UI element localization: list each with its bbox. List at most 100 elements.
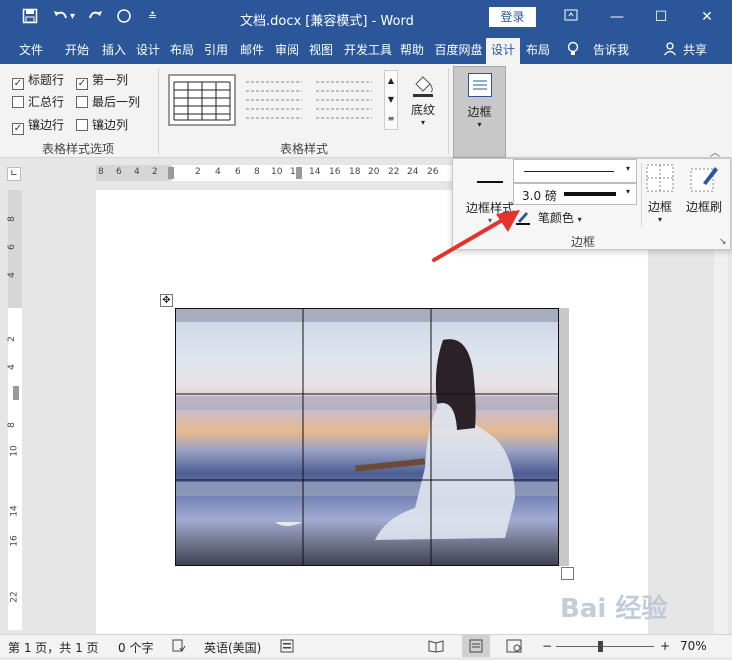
dialog-launcher-icon[interactable]: ↘ <box>719 237 727 247</box>
first-column-checkbox[interactable]: ✓ 第一列 <box>76 72 128 90</box>
tab-developer[interactable]: 开发工具 <box>341 36 395 64</box>
shading-button[interactable]: 底纹 ▾ <box>406 72 440 130</box>
border-painter-label: 边框刷 <box>685 200 722 214</box>
ribbon-display-icon[interactable] <box>556 6 586 28</box>
customize-icon[interactable]: ≛ <box>148 8 157 26</box>
tab-view[interactable]: 视图 <box>306 36 336 64</box>
ruler-number: 16 <box>9 535 20 547</box>
login-button[interactable]: 登录 <box>489 7 536 27</box>
table-style-preview-2[interactable] <box>244 76 304 124</box>
tab-help[interactable]: 帮助 <box>396 36 428 64</box>
table-resize-handle[interactable] <box>561 567 574 580</box>
save-icon[interactable] <box>22 8 38 28</box>
borders-button[interactable]: 边框 ▾ <box>453 66 506 158</box>
tab-stop-selector[interactable]: ∟ <box>7 167 21 181</box>
ruler-number: 6 <box>235 167 241 177</box>
borders-menu-label: 边框 <box>647 200 672 214</box>
border-painter-icon <box>690 167 718 192</box>
ruler-number: 4 <box>6 272 17 278</box>
line-weight-dropdown[interactable]: 3.0 磅 ▾ <box>513 183 637 205</box>
ruler-number: 4 <box>134 167 140 177</box>
watermark-logo: Bai 经验 <box>560 594 668 624</box>
minimize-icon[interactable]: — <box>602 6 632 28</box>
group-divider <box>448 68 449 154</box>
ruler-number: 26 <box>427 167 439 177</box>
circle-icon[interactable] <box>116 8 132 28</box>
line-style-dropdown[interactable]: ▾ <box>513 159 637 183</box>
tab-references[interactable]: 引用 <box>201 36 231 64</box>
proofing-icon[interactable] <box>172 639 186 656</box>
tab-table-layout[interactable]: 布局 <box>522 36 554 64</box>
borders-menu-button[interactable]: 边框 ▾ <box>643 163 677 233</box>
line-weight-value: 3.0 磅 <box>522 189 557 203</box>
scroll-down-icon[interactable]: ▼ <box>385 90 397 109</box>
ruler-row-marker[interactable] <box>13 386 19 400</box>
tab-mailings[interactable]: 邮件 <box>237 36 267 64</box>
banded-rows-checkbox[interactable]: ✓ 镶边行 <box>12 117 64 135</box>
ruler-number: 24 <box>407 167 419 177</box>
ruler-column-marker[interactable] <box>168 167 174 179</box>
share-button[interactable]: 共享 <box>680 36 710 64</box>
table-style-preview-1[interactable] <box>168 74 236 126</box>
redo-icon[interactable] <box>86 8 104 28</box>
ruler-number: 14 <box>309 167 321 177</box>
line-weight-preview <box>564 192 616 196</box>
last-column-checkbox[interactable]: 最后一列 <box>76 94 140 110</box>
web-layout-icon[interactable] <box>506 639 522 656</box>
table-move-handle-icon[interactable]: ✥ <box>160 294 173 307</box>
paint-bucket-icon <box>413 76 433 97</box>
tab-layout[interactable]: 布局 <box>167 36 197 64</box>
zoom-slider-track[interactable] <box>556 646 654 647</box>
title-bar: ▾ ≛ 文档.docx [兼容模式] - Word 登录 — ☐ ✕ <box>0 0 732 36</box>
vertical-scrollbar[interactable] <box>714 190 728 634</box>
border-style-line-icon <box>477 181 503 183</box>
page-count[interactable]: 第 1 页，共 1 页 <box>8 639 99 656</box>
checkbox-unchecked-icon <box>12 96 24 108</box>
gallery-more-icon[interactable]: ≡ <box>385 109 397 128</box>
collapse-ribbon-icon[interactable]: ︿ <box>710 144 720 159</box>
ruler-number: 10 <box>271 167 283 177</box>
print-layout-button[interactable] <box>462 635 490 657</box>
header-row-checkbox[interactable]: ✓ 标题行 <box>12 72 64 90</box>
zoom-in-button[interactable]: + <box>660 639 670 653</box>
ruler-number: 16 <box>329 167 341 177</box>
banded-columns-label: 镶边列 <box>92 118 129 132</box>
zoom-slider-thumb[interactable] <box>598 641 604 652</box>
scroll-up-icon[interactable]: ▲ <box>385 71 397 90</box>
borders-menu-dropdown-icon: ▾ <box>657 215 662 224</box>
language-indicator[interactable]: 英语(美国) <box>204 639 261 656</box>
tab-design[interactable]: 设计 <box>133 36 163 64</box>
tab-file[interactable]: 文件 <box>14 36 48 64</box>
tab-review[interactable]: 审阅 <box>272 36 302 64</box>
border-grid-icon <box>646 164 674 192</box>
gallery-scroll[interactable]: ▲ ▼ ≡ <box>384 70 398 130</box>
tab-baidu-netdisk[interactable]: 百度网盘 <box>431 36 486 64</box>
undo-icon[interactable] <box>52 8 70 28</box>
total-row-checkbox[interactable]: 汇总行 <box>12 94 64 110</box>
undo-dropdown-icon[interactable]: ▾ <box>70 8 75 26</box>
ruler-number: 18 <box>349 167 361 177</box>
read-mode-icon[interactable] <box>428 639 444 656</box>
tab-home[interactable]: 开始 <box>62 36 92 64</box>
border-painter-button[interactable]: 边框刷 <box>681 163 727 219</box>
accessibility-icon[interactable] <box>280 639 294 656</box>
borders-group-label: 边框 <box>571 235 596 249</box>
checkbox-checked-icon: ✓ <box>12 78 24 90</box>
close-icon[interactable]: ✕ <box>692 6 722 28</box>
tab-table-design[interactable]: 设计 <box>486 38 520 64</box>
ruler-column-marker[interactable] <box>296 167 302 179</box>
table-image[interactable] <box>175 308 559 566</box>
ruler-number: 8 <box>254 167 260 177</box>
banded-columns-checkbox[interactable]: 镶边列 <box>76 117 128 133</box>
zoom-out-button[interactable]: − <box>542 639 552 653</box>
tell-me-box[interactable]: 告诉我 <box>588 36 634 64</box>
ruler-number: 8 <box>98 167 104 177</box>
word-count[interactable]: 0 个字 <box>118 639 153 656</box>
group-divider <box>641 163 642 227</box>
table-style-preview-3[interactable] <box>314 76 374 124</box>
ruler-number: 6 <box>116 167 122 177</box>
zoom-level[interactable]: 70% <box>680 639 707 653</box>
restore-icon[interactable]: ☐ <box>646 6 676 28</box>
tab-insert[interactable]: 插入 <box>99 36 129 64</box>
ruler-number: 14 <box>9 505 20 517</box>
